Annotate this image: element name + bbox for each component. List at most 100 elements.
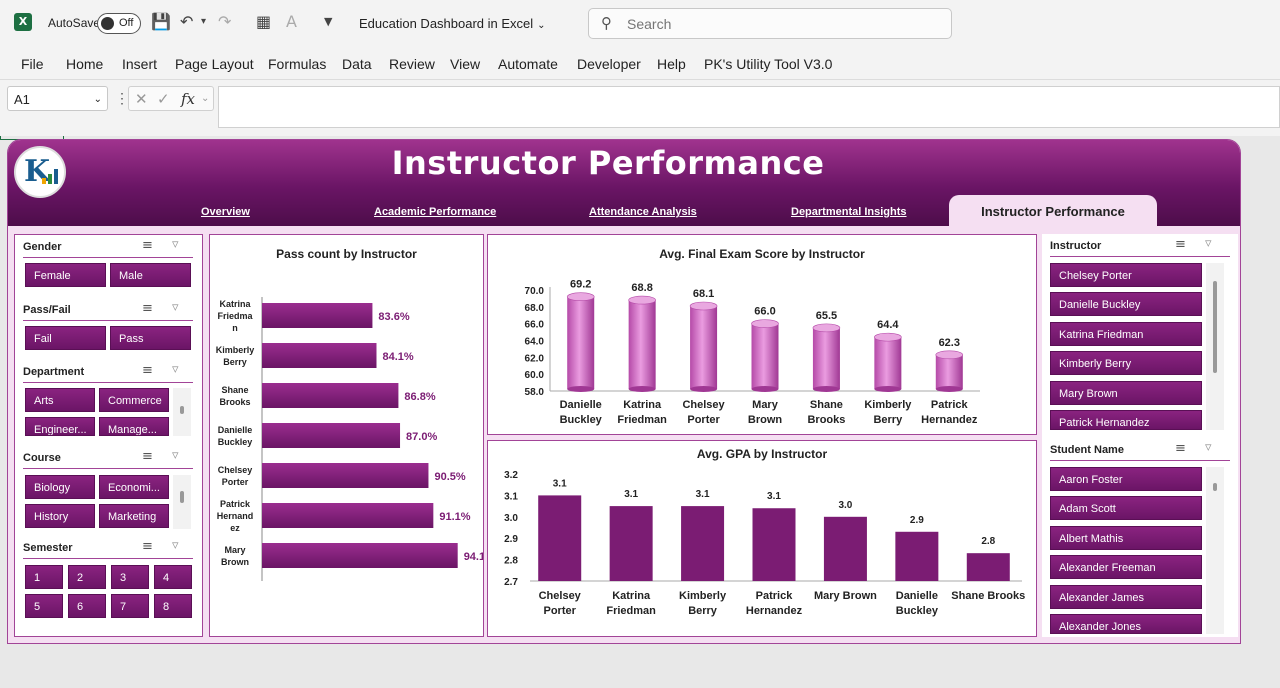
slicer-item-history[interactable]: History xyxy=(25,504,95,528)
slicer-item-economics[interactable]: Economi... xyxy=(99,475,169,499)
borders-icon[interactable]: ▦ xyxy=(256,12,271,32)
slicer-item-student[interactable]: Adam Scott xyxy=(1050,496,1202,520)
category-label: Buckley xyxy=(218,437,253,447)
autosave-toggle[interactable]: Off xyxy=(97,13,141,34)
font-color-icon[interactable]: A xyxy=(286,12,297,32)
slicer-item-semester-5[interactable]: 5 xyxy=(25,594,63,618)
tab-insert[interactable]: Insert xyxy=(122,56,157,72)
multi-select-icon[interactable]: ≡ xyxy=(1175,237,1186,252)
chevron-down-icon[interactable]: ⌄ xyxy=(201,93,209,104)
clear-filter-icon[interactable]: ▿ xyxy=(1205,236,1212,251)
tab-developer[interactable]: Developer xyxy=(577,56,641,72)
slicer-item-pass[interactable]: Pass xyxy=(110,326,191,350)
nav-overview[interactable]: Overview xyxy=(201,206,250,218)
slicer-item-semester-4[interactable]: 4 xyxy=(154,565,192,589)
excel-icon[interactable]: X xyxy=(14,13,32,31)
clear-filter-icon[interactable]: ▿ xyxy=(172,237,179,252)
tick-label: 3.0 xyxy=(504,513,518,524)
more-icon[interactable]: ⋮ xyxy=(115,90,129,107)
slicer-item-chelsey-porter[interactable]: Chelsey Porter xyxy=(1050,263,1202,287)
slicer-item-semester-8[interactable]: 8 xyxy=(154,594,192,618)
multi-select-icon[interactable]: ≡ xyxy=(1175,441,1186,456)
column xyxy=(538,495,582,581)
tab-formulas[interactable]: Formulas xyxy=(268,56,326,72)
cancel-icon[interactable]: ✕ xyxy=(135,90,148,108)
scrollbar[interactable] xyxy=(1206,263,1224,430)
slicer-item-patrick-hernandez[interactable]: Patrick Hernandez xyxy=(1050,410,1202,430)
clear-filter-icon[interactable]: ▿ xyxy=(172,362,179,377)
tab-view[interactable]: View xyxy=(450,56,480,72)
divider xyxy=(23,320,193,321)
slicer-item-semester-3[interactable]: 3 xyxy=(111,565,149,589)
search-input[interactable] xyxy=(627,14,927,34)
slicer-item-male[interactable]: Male xyxy=(110,263,191,287)
tab-review[interactable]: Review xyxy=(389,56,435,72)
tab-help[interactable]: Help xyxy=(657,56,686,72)
slicer-item-semester-7[interactable]: 7 xyxy=(111,594,149,618)
enter-icon[interactable]: ✓ xyxy=(157,90,170,108)
multi-select-icon[interactable]: ≡ xyxy=(142,301,153,316)
slicer-item-student[interactable]: Alexander James xyxy=(1050,585,1202,609)
column-base xyxy=(690,386,718,392)
document-title[interactable]: Education Dashboard in Excel ⌄ xyxy=(359,16,546,31)
tab-data[interactable]: Data xyxy=(342,56,372,72)
slicer-item-student[interactable]: Alexander Freeman xyxy=(1050,555,1202,579)
name-box[interactable]: A1 ⌄ xyxy=(7,86,108,111)
slicer-item-semester-6[interactable]: 6 xyxy=(68,594,106,618)
undo-dropdown-icon[interactable]: ▾ xyxy=(201,12,206,32)
category-label: Mary xyxy=(224,545,245,555)
name-box-value: A1 xyxy=(14,92,30,107)
slicer-item-arts[interactable]: Arts xyxy=(25,388,95,412)
nav-academic-performance[interactable]: Academic Performance xyxy=(374,206,496,218)
search-icon: ⚲ xyxy=(601,14,612,32)
slicer-item-fail[interactable]: Fail xyxy=(25,326,106,350)
tab-page-layout[interactable]: Page Layout xyxy=(175,56,254,72)
scrollbar[interactable] xyxy=(1206,467,1224,634)
customize-toolbar-icon[interactable]: ▼ xyxy=(324,12,332,32)
scrollbar[interactable] xyxy=(173,475,191,529)
column-top xyxy=(812,323,841,333)
clear-filter-icon[interactable]: ▿ xyxy=(172,300,179,315)
redo-icon[interactable]: ↷ xyxy=(218,12,231,32)
slicer-item-semester-2[interactable]: 2 xyxy=(68,565,106,589)
multi-select-icon[interactable]: ≡ xyxy=(142,539,153,554)
category-label: Shane Brooks xyxy=(951,590,1025,602)
data-label: 68.8 xyxy=(631,282,652,294)
multi-select-icon[interactable]: ≡ xyxy=(142,449,153,464)
category-label: Porter xyxy=(687,414,720,426)
clear-filter-icon[interactable]: ▿ xyxy=(172,538,179,553)
slicer-item-student[interactable]: Alexander Jones xyxy=(1050,614,1202,634)
slicer-item-semester-1[interactable]: 1 xyxy=(25,565,63,589)
tab-automate[interactable]: Automate xyxy=(498,56,558,72)
slicer-title-pass-fail: Pass/Fail xyxy=(23,304,71,316)
save-icon[interactable]: 💾 xyxy=(151,12,171,32)
nav-attendance-analysis[interactable]: Attendance Analysis xyxy=(589,206,697,218)
slicer-item-female[interactable]: Female xyxy=(25,263,106,287)
search-box[interactable]: ⚲ xyxy=(588,8,952,39)
slicer-item-biology[interactable]: Biology xyxy=(25,475,95,499)
data-label: 3.1 xyxy=(696,489,710,500)
slicer-item-management[interactable]: Manage... xyxy=(99,417,169,436)
multi-select-icon[interactable]: ≡ xyxy=(142,363,153,378)
slicer-item-commerce[interactable]: Commerce xyxy=(99,388,169,412)
scrollbar[interactable] xyxy=(173,388,191,436)
formula-input[interactable] xyxy=(218,86,1280,128)
tab-file[interactable]: File xyxy=(21,56,44,72)
slicer-item-danielle-buckley[interactable]: Danielle Buckley xyxy=(1050,292,1202,316)
insert-function-icon[interactable]: fx xyxy=(181,90,195,108)
slicer-item-student[interactable]: Aaron Foster xyxy=(1050,467,1202,491)
slicer-item-engineering[interactable]: Engineer... xyxy=(25,417,95,436)
multi-select-icon[interactable]: ≡ xyxy=(142,238,153,253)
slicer-item-kimberly-berry[interactable]: Kimberly Berry xyxy=(1050,351,1202,375)
slicer-item-mary-brown[interactable]: Mary Brown xyxy=(1050,381,1202,405)
clear-filter-icon[interactable]: ▿ xyxy=(172,448,179,463)
nav-instructor-performance[interactable]: Instructor Performance xyxy=(949,195,1157,226)
nav-departmental-insights[interactable]: Departmental Insights xyxy=(791,206,907,218)
undo-icon[interactable]: ↶ xyxy=(180,12,193,32)
tab-home[interactable]: Home xyxy=(66,56,103,72)
slicer-item-katrina-friedman[interactable]: Katrina Friedman xyxy=(1050,322,1202,346)
slicer-item-marketing[interactable]: Marketing xyxy=(99,504,169,528)
slicer-item-student[interactable]: Albert Mathis xyxy=(1050,526,1202,550)
tab-utility-tool[interactable]: PK's Utility Tool V3.0 xyxy=(704,56,832,72)
clear-filter-icon[interactable]: ▿ xyxy=(1205,440,1212,455)
